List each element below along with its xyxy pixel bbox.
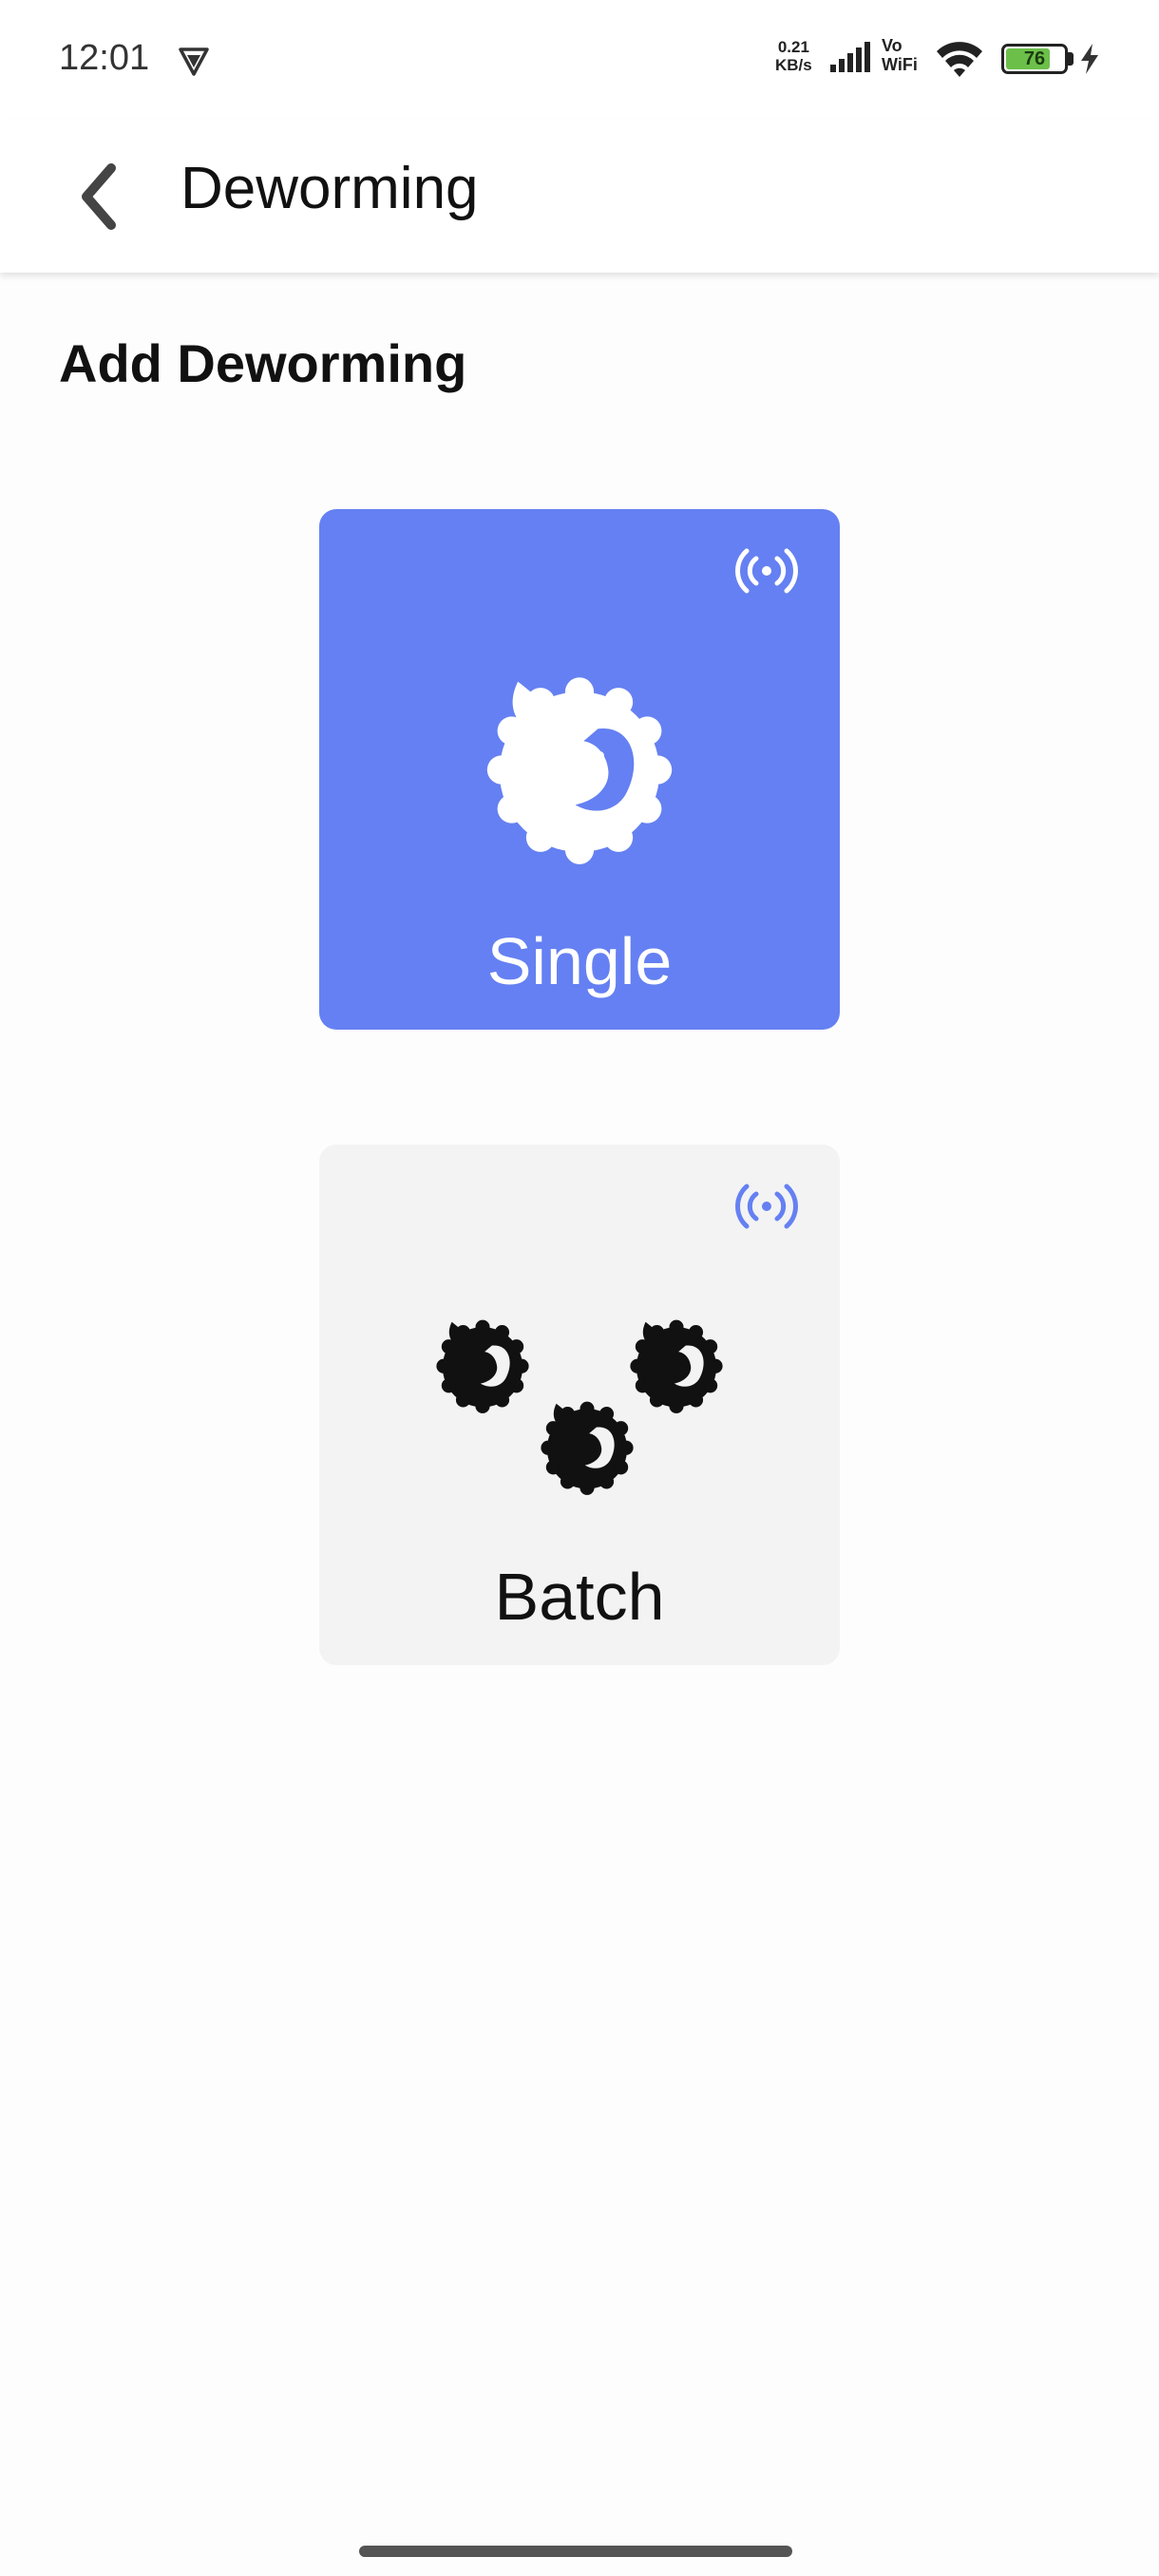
page-title: Deworming <box>180 156 479 221</box>
rfid-icon <box>735 1184 798 1229</box>
sheep-icon <box>431 1312 534 1414</box>
battery-level: 76 <box>1023 48 1046 69</box>
rfid-icon <box>735 548 798 594</box>
sheep-icon <box>536 1393 638 1496</box>
net-speed-unit: KB/s <box>775 56 812 74</box>
sheep-icon <box>477 661 682 866</box>
single-card[interactable]: Single <box>319 509 840 1030</box>
sheep-icon <box>625 1312 728 1414</box>
vowifi-indicator: Vo WiFi <box>882 36 918 74</box>
batch-card[interactable]: Batch <box>319 1145 840 1665</box>
back-button[interactable] <box>55 149 141 244</box>
home-indicator[interactable] <box>359 2546 792 2557</box>
chevron-left-icon <box>82 163 116 230</box>
net-speed-value: 0.21 <box>777 38 809 56</box>
screen: 12:01 0.21 KB/s Vo WiFi 76 Deworming Add… <box>0 0 1159 2576</box>
signal-icon <box>830 42 870 72</box>
status-time: 12:01 <box>59 38 150 78</box>
status-bar: 12:01 0.21 KB/s Vo WiFi 76 <box>0 0 1159 119</box>
wifi-icon <box>937 42 982 77</box>
vowifi-top: Vo <box>882 36 902 55</box>
net-speed: 0.21 KB/s <box>775 38 812 74</box>
section-title: Add Deworming <box>59 333 467 393</box>
app-bar: Deworming <box>0 119 1159 273</box>
single-label: Single <box>486 924 673 998</box>
battery-tip <box>1068 52 1074 66</box>
batch-label: Batch <box>494 1560 665 1634</box>
vowifi-bottom: WiFi <box>882 55 918 74</box>
vpn-icon <box>179 47 209 76</box>
charging-icon <box>1081 44 1098 74</box>
